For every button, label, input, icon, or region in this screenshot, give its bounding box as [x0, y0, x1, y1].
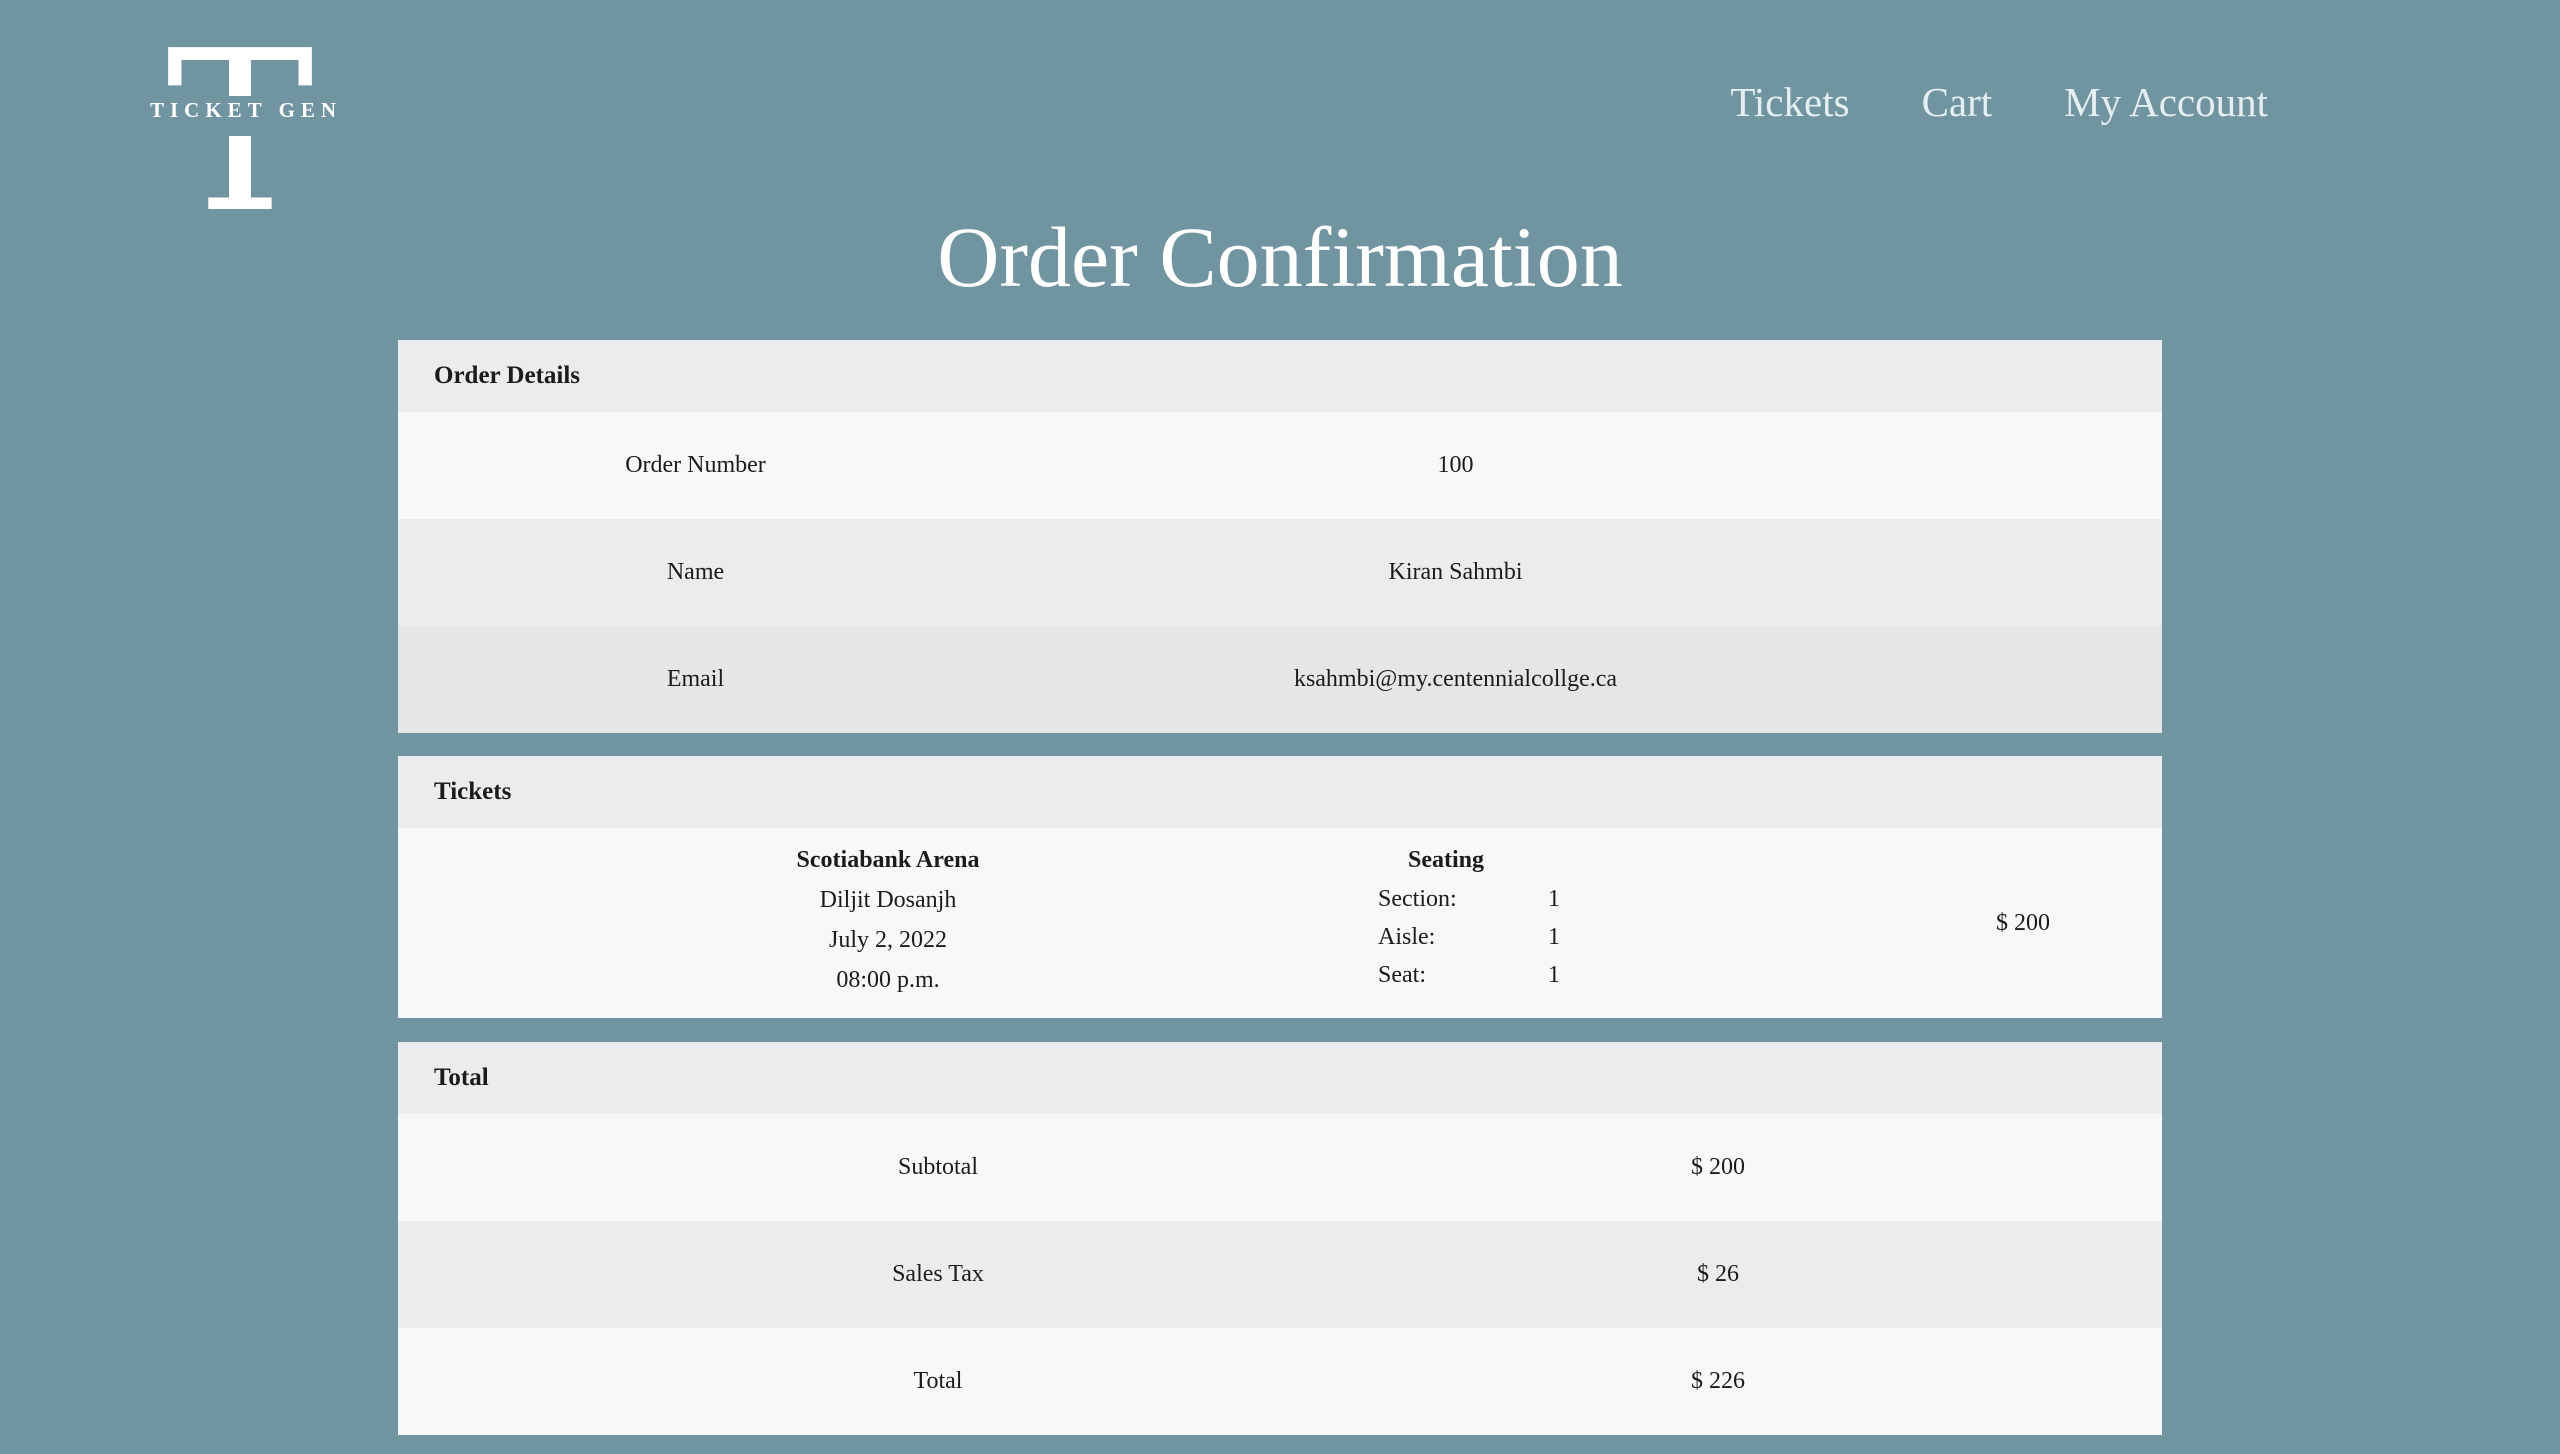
subtotal-label: Subtotal — [897, 1154, 978, 1180]
seat-row: Seat: 1 — [1378, 956, 1598, 994]
email-value: ksahmbi@my.centennialcollge.ca — [1293, 666, 1618, 692]
seating-info: Seating Section: 1 Aisle: 1 Seat: 1 — [1378, 840, 1598, 994]
nav-tickets-link[interactable]: Tickets — [1730, 78, 1849, 126]
page-title: Order Confirmation — [937, 209, 1623, 305]
name-row: Name Kiran Sahmbi — [398, 519, 2162, 626]
tickets-card: Tickets Scotiabank Arena Diljit Dosanjh … — [398, 756, 2162, 1018]
sales-tax-label: Sales Tax — [892, 1261, 984, 1287]
name-value: Kiran Sahmbi — [1388, 559, 1523, 585]
main-nav: Tickets Cart My Account — [1730, 78, 2268, 126]
total-header: Total — [398, 1042, 2162, 1114]
order-number-row: Order Number 100 — [398, 412, 2162, 519]
subtotal-value: $ 200 — [1691, 1154, 1745, 1180]
section-label: Section: — [1378, 886, 1457, 912]
subtotal-row: Subtotal $ 200 — [398, 1114, 2162, 1221]
venue-name: Scotiabank Arena — [796, 847, 980, 873]
site-logo[interactable]: T TICKET GEN — [150, 22, 343, 244]
tickets-header: Tickets — [398, 756, 2162, 828]
seat-value: 1 — [1548, 962, 1560, 988]
ticket-price: $ 200 — [1996, 910, 2050, 936]
order-details-card: Order Details Order Number 100 Name Kira… — [398, 340, 2162, 733]
aisle-label: Aisle: — [1378, 924, 1436, 950]
event-info: Scotiabank Arena Diljit Dosanjh July 2, … — [708, 840, 1068, 1000]
artist-name: Diljit Dosanjh — [819, 887, 957, 913]
email-label: Email — [666, 666, 725, 692]
event-date: July 2, 2022 — [828, 927, 947, 953]
email-row: Email ksahmbi@my.centennialcollge.ca — [398, 626, 2162, 733]
sales-tax-value: $ 26 — [1697, 1261, 1739, 1287]
grand-total-row: Total $ 226 — [398, 1328, 2162, 1435]
grand-total-label: Total — [913, 1368, 963, 1394]
section-value: 1 — [1548, 886, 1560, 912]
ticket-item: Scotiabank Arena Diljit Dosanjh July 2, … — [398, 828, 2162, 1018]
sales-tax-row: Sales Tax $ 26 — [398, 1221, 2162, 1328]
seating-title: Seating — [1407, 847, 1484, 873]
total-card: Total Subtotal $ 200 Sales Tax $ 26 Tota… — [398, 1042, 2162, 1435]
nav-account-link[interactable]: My Account — [2064, 78, 2268, 126]
logo-text: TICKET GEN — [150, 98, 343, 122]
order-details-header: Order Details — [398, 340, 2162, 412]
grand-total-value: $ 226 — [1691, 1368, 1745, 1394]
event-time: 08:00 p.m. — [836, 967, 940, 993]
order-number-label: Order Number — [625, 452, 766, 478]
nav-cart-link[interactable]: Cart — [1922, 78, 1993, 126]
aisle-row: Aisle: 1 — [1378, 918, 1598, 956]
section-row: Section: 1 — [1378, 880, 1598, 918]
aisle-value: 1 — [1548, 924, 1560, 950]
seat-label: Seat: — [1378, 962, 1426, 988]
name-label: Name — [666, 559, 725, 585]
order-number-value: 100 — [1437, 452, 1474, 478]
